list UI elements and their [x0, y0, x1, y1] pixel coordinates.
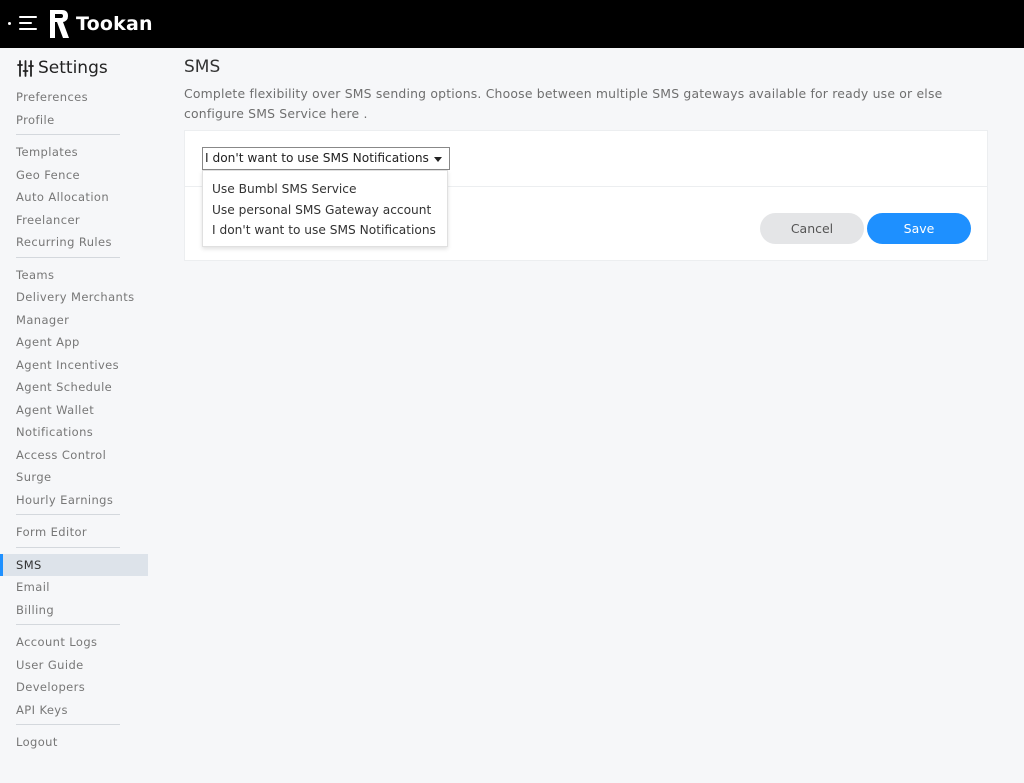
- sidebar-item-billing[interactable]: Billing: [0, 599, 148, 621]
- tookan-logo-icon: [50, 10, 69, 38]
- sidebar-item-teams[interactable]: Teams: [0, 264, 148, 286]
- save-button[interactable]: Save: [867, 213, 971, 244]
- sidebar-divider: [16, 546, 120, 548]
- sidebar-item-sms[interactable]: SMS: [0, 553, 148, 576]
- page-title: SMS: [184, 57, 221, 77]
- sidebar-item-user-guide[interactable]: User Guide: [0, 654, 148, 676]
- logo[interactable]: Tookan: [48, 9, 153, 39]
- sidebar-item-developers[interactable]: Developers: [0, 676, 148, 698]
- sidebar-divider: [16, 514, 120, 515]
- sidebar-item-agent-app[interactable]: Agent App: [0, 331, 148, 353]
- select-value: I don't want to use SMS Notifications: [205, 151, 429, 165]
- dropdown-option[interactable]: Use personal SMS Gateway account: [203, 200, 447, 221]
- sidebar-item-surge[interactable]: Surge: [0, 466, 148, 488]
- sidebar-item-account-logs[interactable]: Account Logs: [0, 631, 148, 653]
- sliders-icon: [17, 59, 34, 77]
- sms-option-dropdown: Use Bumbl SMS Service Use personal SMS G…: [202, 170, 448, 247]
- sidebar-item-freelancer[interactable]: Freelancer: [0, 209, 148, 231]
- sidebar-item-agent-incentives[interactable]: Agent Incentives: [0, 354, 148, 376]
- sidebar-item-email[interactable]: Email: [0, 576, 148, 598]
- sms-option-select[interactable]: I don't want to use SMS Notifications: [202, 147, 450, 170]
- sidebar-item-notifications[interactable]: Notifications: [0, 421, 148, 443]
- settings-title: Settings: [38, 58, 108, 78]
- dropdown-option[interactable]: Use Bumbl SMS Service: [203, 179, 447, 200]
- brand-name: Tookan: [76, 13, 153, 35]
- sidebar-divider: [16, 724, 120, 725]
- sidebar-item-access-control[interactable]: Access Control: [0, 444, 148, 466]
- sidebar-item-form-editor[interactable]: Form Editor: [0, 521, 148, 543]
- hamburger-icon[interactable]: [19, 16, 37, 31]
- cancel-button[interactable]: Cancel: [760, 213, 864, 244]
- dropdown-option[interactable]: I don't want to use SMS Notifications: [203, 220, 447, 241]
- sidebar-item-templates[interactable]: Templates: [0, 141, 148, 163]
- page-description: Complete flexibility over SMS sending op…: [184, 86, 943, 121]
- sidebar-item-geo-fence[interactable]: Geo Fence: [0, 164, 148, 186]
- sidebar-item-profile[interactable]: Profile: [0, 109, 148, 131]
- sidebar-item-delivery-merchants[interactable]: Delivery Merchants: [0, 286, 148, 308]
- sidebar-item-manager[interactable]: Manager: [0, 309, 148, 331]
- dot-icon: [8, 22, 11, 25]
- sidebar-divider: [16, 624, 120, 625]
- sidebar-divider: [16, 256, 120, 258]
- sidebar: Settings Preferences Profile Templates Geo …: [0, 48, 148, 783]
- sidebar-item-auto-allocation[interactable]: Auto Allocation: [0, 186, 148, 208]
- sidebar-item-recurring-rules[interactable]: Recurring Rules: [0, 231, 148, 253]
- settings-header: Settings: [17, 58, 108, 78]
- sidebar-item-preferences[interactable]: Preferences: [0, 86, 148, 108]
- sms-settings-card: I don't want to use SMS Notifications Us…: [184, 130, 988, 261]
- caret-down-icon: [434, 157, 442, 162]
- top-bar: Tookan: [0, 0, 1024, 48]
- sidebar-item-logout[interactable]: Logout: [0, 731, 148, 753]
- sidebar-item-agent-schedule[interactable]: Agent Schedule: [0, 376, 148, 398]
- sidebar-item-hourly-earnings[interactable]: Hourly Earnings: [0, 489, 148, 511]
- sidebar-item-api-keys[interactable]: API Keys: [0, 699, 148, 721]
- sidebar-divider: [16, 134, 120, 135]
- sidebar-item-agent-wallet[interactable]: Agent Wallet: [0, 399, 148, 421]
